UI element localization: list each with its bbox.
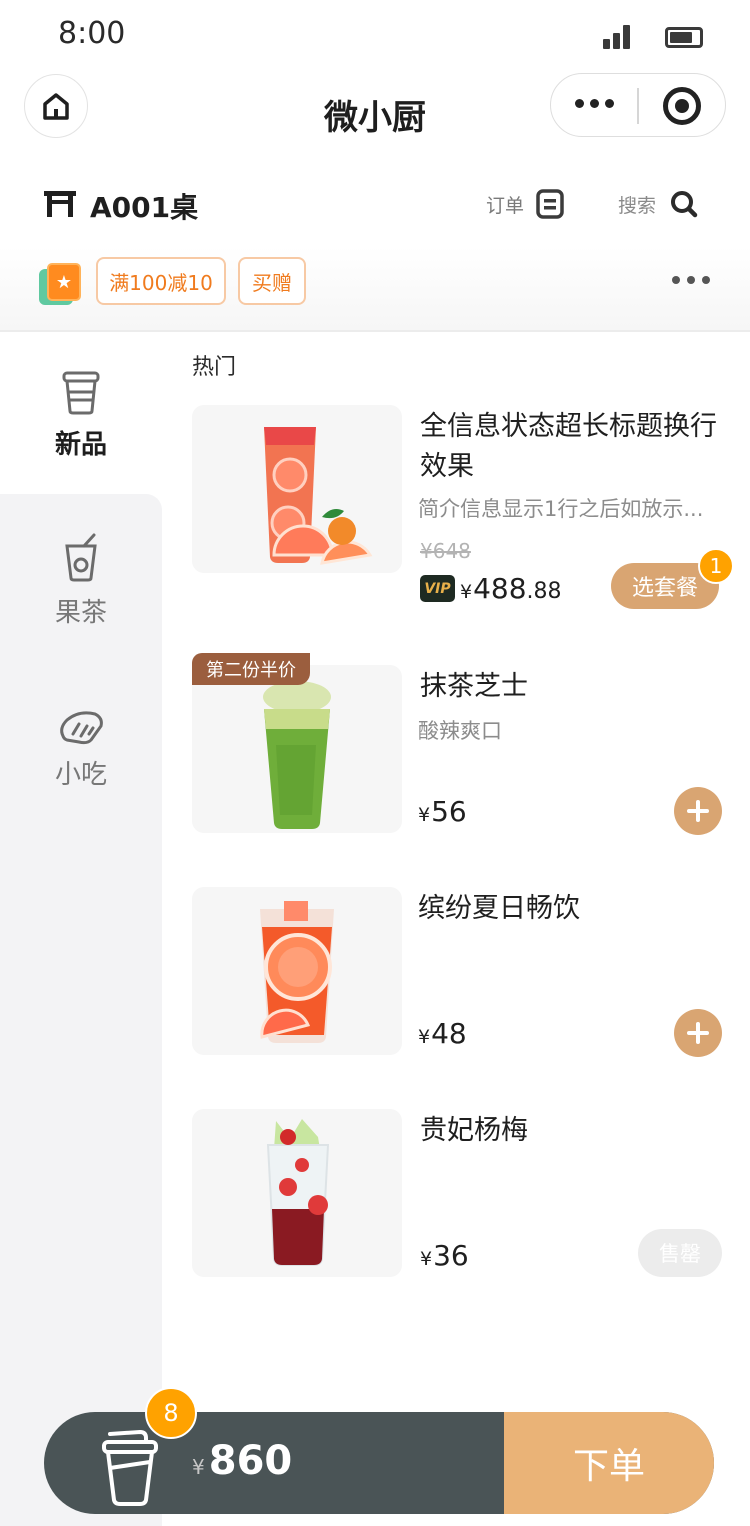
bread-icon xyxy=(60,711,103,745)
product-price: ¥488.88 xyxy=(460,572,562,605)
search-label: 搜索 xyxy=(618,194,657,217)
cart-total-price: ¥860 xyxy=(192,1438,293,1484)
product-card[interactable]: 缤纷夏日畅饮 ¥48 xyxy=(192,887,726,1057)
battery-icon xyxy=(665,27,703,48)
search-button[interactable]: 搜索 xyxy=(618,186,698,222)
product-card[interactable]: 全信息状态超长标题换行效果 简介信息显示1行之后如放示... ¥648 VIP … xyxy=(192,405,734,609)
cart-count-badge: 8 xyxy=(145,1387,197,1439)
mini-program-capsule xyxy=(550,73,726,137)
vip-badge: VIP xyxy=(420,575,455,602)
capsule-divider xyxy=(637,88,639,124)
sidebar-background xyxy=(0,494,162,1526)
status-time: 8:00 xyxy=(58,16,126,51)
cup-icon xyxy=(62,371,100,415)
fruit-tea-icon xyxy=(65,533,97,582)
product-description: 简介信息显示1行之后如放示... xyxy=(418,497,704,521)
sidebar-item-label: 新品 xyxy=(54,430,107,460)
sidebar-item-label: 小吃 xyxy=(54,760,107,790)
promo-more-button[interactable] xyxy=(672,276,710,284)
product-image xyxy=(192,405,402,573)
store-logo-icon: ★ xyxy=(39,263,81,305)
product-description: 酸辣爽口 xyxy=(418,719,502,743)
product-image xyxy=(192,1109,402,1277)
sold-out-button: 售罄 xyxy=(638,1229,722,1277)
signal-icon xyxy=(603,25,631,49)
submit-order-button[interactable]: 下单 xyxy=(504,1412,714,1514)
table-icon xyxy=(44,191,76,217)
sidebar-item-new[interactable]: 新品 xyxy=(0,370,162,461)
product-name: 贵妃杨梅 xyxy=(420,1115,528,1146)
product-card[interactable]: 第二份半价 抹茶芝士 酸辣爽口 ¥56 xyxy=(192,653,726,835)
product-name: 全信息状态超长标题换行效果 xyxy=(420,411,717,482)
search-icon xyxy=(671,191,698,218)
product-price: ¥36 xyxy=(420,1239,469,1272)
product-price: ¥56 xyxy=(418,795,467,828)
product-name: 抹茶芝士 xyxy=(420,671,528,702)
order-label: 订单 xyxy=(486,194,525,217)
section-title: 热门 xyxy=(192,355,237,380)
product-card[interactable]: 贵妃杨梅 ¥36 售罄 xyxy=(192,1109,726,1279)
sidebar-item-snack[interactable]: 小吃 xyxy=(0,706,162,791)
cart-cup-icon[interactable] xyxy=(100,1428,160,1508)
close-target-button[interactable] xyxy=(663,87,701,125)
category-sidebar: 新品 果茶 小吃 xyxy=(0,334,162,1526)
promotion-bar: ★ 满100减10 买赠 xyxy=(0,246,750,332)
more-menu-button[interactable] xyxy=(575,99,614,108)
product-image xyxy=(192,665,402,833)
order-button[interactable]: 订单 xyxy=(486,186,564,222)
promo-tag-gift[interactable]: 买赠 xyxy=(238,257,306,305)
product-image xyxy=(192,887,402,1055)
product-name: 缤纷夏日畅饮 xyxy=(418,893,580,924)
promo-tag-half-price: 第二份半价 xyxy=(192,653,310,685)
sidebar-item-fruit-tea[interactable]: 果茶 xyxy=(0,532,162,629)
add-to-cart-button[interactable] xyxy=(674,1009,722,1057)
sidebar-item-label: 果茶 xyxy=(54,598,107,628)
order-list-icon xyxy=(536,189,564,219)
add-to-cart-button[interactable] xyxy=(674,787,722,835)
promo-tag-discount[interactable]: 满100减10 xyxy=(96,257,226,305)
table-number: A001桌 xyxy=(90,191,199,224)
original-price: ¥648 xyxy=(420,539,471,563)
combo-count-badge: 1 xyxy=(698,548,734,584)
product-price: ¥48 xyxy=(418,1017,467,1050)
